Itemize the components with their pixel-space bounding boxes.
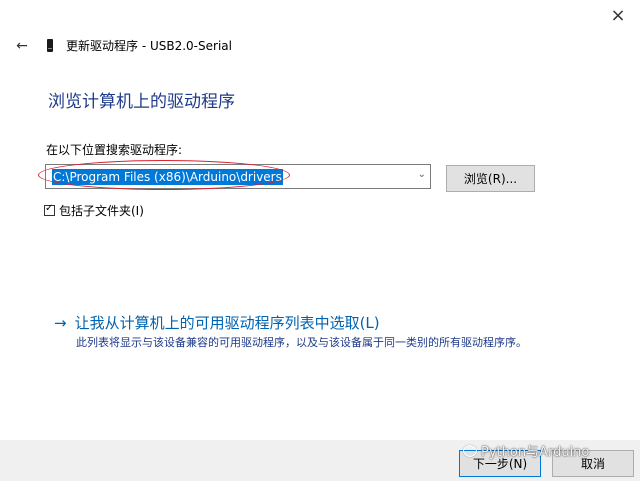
- window-title: 更新驱动程序 - USB2.0-Serial: [66, 39, 232, 53]
- usb-device-icon: [47, 39, 53, 52]
- include-subfolders-checkbox[interactable]: [44, 203, 55, 216]
- pick-from-list-description: 此列表将显示与该设备兼容的可用驱动程序，以及与该设备属于同一类别的所有驱动程序序…: [76, 336, 527, 349]
- close-button[interactable]: ×: [596, 0, 640, 30]
- arrow-right-icon: →: [54, 313, 67, 332]
- chevron-down-icon[interactable]: ⌄: [418, 169, 426, 180]
- pick-from-list-link[interactable]: → 让我从计算机上的可用驱动程序列表中选取(L): [54, 312, 380, 333]
- search-location-label: 在以下位置搜索驱动程序:: [46, 143, 183, 157]
- driver-path-combobox[interactable]: C:\Program Files (x86)\Arduino\drivers ⌄: [45, 164, 431, 189]
- include-subfolders-row[interactable]: 包括子文件夹(I): [44, 202, 144, 219]
- next-button[interactable]: 下一步(N): [459, 450, 541, 477]
- back-button[interactable]: ←: [10, 34, 34, 58]
- dialog-window: × ← 更新驱动程序 - USB2.0-Serial 浏览计算机上的驱动程序 在…: [0, 0, 640, 481]
- dialog-footer: [0, 440, 640, 481]
- driver-path-value[interactable]: C:\Program Files (x86)\Arduino\drivers: [52, 169, 283, 185]
- pick-from-list-text[interactable]: 让我从计算机上的可用驱动程序列表中选取(L): [75, 312, 380, 333]
- page-heading: 浏览计算机上的驱动程序: [48, 92, 235, 112]
- cancel-button[interactable]: 取消: [552, 450, 634, 477]
- close-icon: ×: [610, 4, 626, 26]
- include-subfolders-label[interactable]: 包括子文件夹(I): [59, 202, 144, 219]
- browse-button[interactable]: 浏览(R)...: [446, 165, 535, 192]
- back-arrow-icon: ←: [16, 38, 28, 54]
